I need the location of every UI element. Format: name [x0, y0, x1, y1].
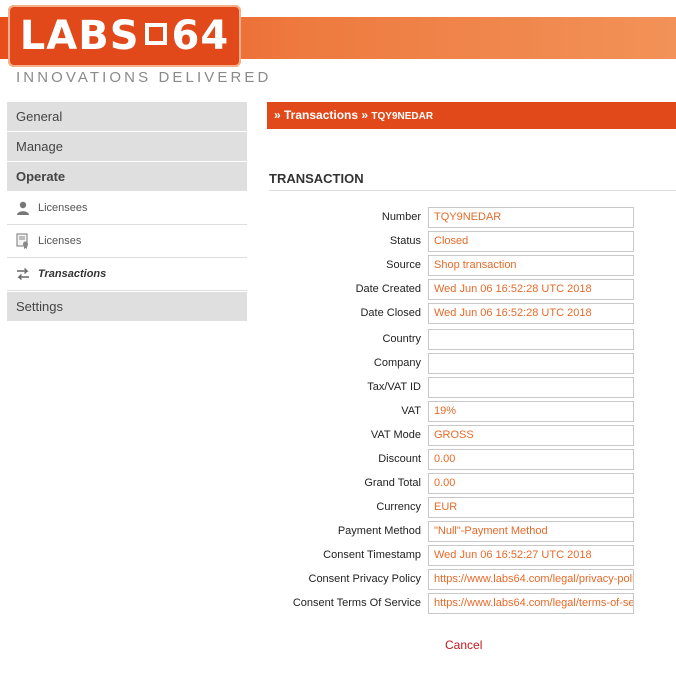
- sidebar-item-label: Transactions: [38, 267, 107, 280]
- sidebar-item-label: Settings: [16, 299, 63, 314]
- user-icon: [13, 200, 33, 216]
- field-label: VAT Mode: [370, 429, 421, 441]
- transfer-icon: [13, 266, 33, 282]
- field-label: Status: [389, 235, 421, 247]
- sidebar: General Manage Operate Licensees License…: [7, 102, 247, 322]
- country-field[interactable]: [428, 329, 634, 350]
- tagline: INNOVATIONS DELIVERED: [16, 69, 272, 86]
- certificate-icon: [13, 233, 33, 249]
- payment-method-field[interactable]: "Null"-Payment Method: [428, 521, 634, 542]
- field-label: Grand Total: [364, 477, 421, 489]
- sidebar-item-label: Licensees: [38, 201, 88, 214]
- tax-vat-id-field[interactable]: [428, 377, 634, 398]
- field-label: Country: [382, 333, 421, 345]
- currency-field[interactable]: EUR: [428, 497, 634, 518]
- form-row-number: Number TQY9NEDAR: [267, 207, 676, 229]
- form-row-company: Company: [267, 353, 676, 375]
- page-title: TRANSACTION: [269, 171, 676, 191]
- sidebar-item-licensees[interactable]: Licensees: [7, 192, 247, 225]
- field-label: Currency: [376, 501, 421, 513]
- field-label: Number: [381, 211, 421, 223]
- field-label: VAT: [401, 405, 421, 417]
- breadcrumb-link-transactions[interactable]: » Transactions »: [274, 108, 368, 122]
- breadcrumb: » Transactions » TQY9NEDAR: [267, 102, 676, 129]
- logo-text: LABS 64: [8, 13, 241, 59]
- vat-mode-field[interactable]: GROSS: [428, 425, 634, 446]
- form-row-consent-timestamp: Consent Timestamp Wed Jun 06 16:52:27 UT…: [267, 545, 676, 567]
- form-row-vat: VAT 19%: [267, 401, 676, 423]
- form-row-country: Country: [267, 329, 676, 351]
- form-row-payment-method: Payment Method "Null"-Payment Method: [267, 521, 676, 543]
- form-row-currency: Currency EUR: [267, 497, 676, 519]
- sidebar-item-label: General: [16, 109, 63, 124]
- sidebar-item-label: Licenses: [38, 234, 82, 247]
- form-row-discount: Discount 0.00: [267, 449, 676, 471]
- sidebar-item-label: Operate: [16, 169, 66, 184]
- field-label: Date Created: [355, 283, 421, 295]
- logo[interactable]: LABS 64: [8, 5, 241, 67]
- header: LABS 64 INNOVATIONS DELIVERED: [0, 0, 676, 95]
- form-row-consent-privacy-policy: Consent Privacy Policy https://www.labs6…: [267, 569, 676, 591]
- consent-privacy-policy-field[interactable]: https://www.labs64.com/legal/privacy-pol…: [428, 569, 634, 590]
- sidebar-item-manage[interactable]: Manage: [7, 132, 247, 162]
- form-row-source: Source Shop transaction: [267, 255, 676, 277]
- field-label: Consent Terms Of Service: [292, 597, 421, 609]
- consent-timestamp-field[interactable]: Wed Jun 06 16:52:27 UTC 2018: [428, 545, 634, 566]
- sidebar-item-settings[interactable]: Settings: [7, 292, 247, 322]
- logo-text-left: LABS: [19, 13, 140, 59]
- company-field[interactable]: [428, 353, 634, 374]
- field-label: Source: [386, 259, 421, 271]
- field-label: Consent Privacy Policy: [308, 573, 422, 585]
- field-label: Consent Timestamp: [323, 549, 421, 561]
- form-row-date-closed: Date Closed Wed Jun 06 16:52:28 UTC 2018: [267, 303, 676, 325]
- sidebar-item-transactions[interactable]: Transactions: [7, 258, 247, 291]
- date-closed-field[interactable]: Wed Jun 06 16:52:28 UTC 2018: [428, 303, 634, 324]
- field-label: Tax/VAT ID: [367, 381, 421, 393]
- form-row-consent-terms-of-service: Consent Terms Of Service https://www.lab…: [267, 593, 676, 615]
- cancel-link[interactable]: Cancel: [445, 638, 482, 652]
- sidebar-item-licenses[interactable]: Licenses: [7, 225, 247, 258]
- vat-field[interactable]: 19%: [428, 401, 634, 422]
- number-field[interactable]: TQY9NEDAR: [428, 207, 634, 228]
- form-row-date-created: Date Created Wed Jun 06 16:52:28 UTC 201…: [267, 279, 676, 301]
- form-row-status: Status Closed: [267, 231, 676, 253]
- field-label: Payment Method: [337, 525, 421, 537]
- sidebar-item-general[interactable]: General: [7, 102, 247, 132]
- form-row-vat-mode: VAT Mode GROSS: [267, 425, 676, 447]
- logo-square-icon: [144, 23, 167, 45]
- form-row-tax-vat-id: Tax/VAT ID: [267, 377, 676, 399]
- date-created-field[interactable]: Wed Jun 06 16:52:28 UTC 2018: [428, 279, 634, 300]
- field-label: Date Closed: [360, 307, 421, 319]
- grand-total-field[interactable]: 0.00: [428, 473, 634, 494]
- sidebar-item-label: Manage: [16, 139, 63, 154]
- discount-field[interactable]: 0.00: [428, 449, 634, 470]
- logo-text-right: 64: [171, 13, 230, 59]
- field-label: Discount: [378, 453, 421, 465]
- field-label: Company: [373, 357, 421, 369]
- consent-terms-of-service-field[interactable]: https://www.labs64.com/legal/terms-of-se…: [428, 593, 634, 614]
- source-field[interactable]: Shop transaction: [428, 255, 634, 276]
- status-field[interactable]: Closed: [428, 231, 634, 252]
- form-row-grand-total: Grand Total 0.00: [267, 473, 676, 495]
- sidebar-item-operate[interactable]: Operate: [7, 162, 247, 192]
- breadcrumb-current: TQY9NEDAR: [371, 111, 434, 122]
